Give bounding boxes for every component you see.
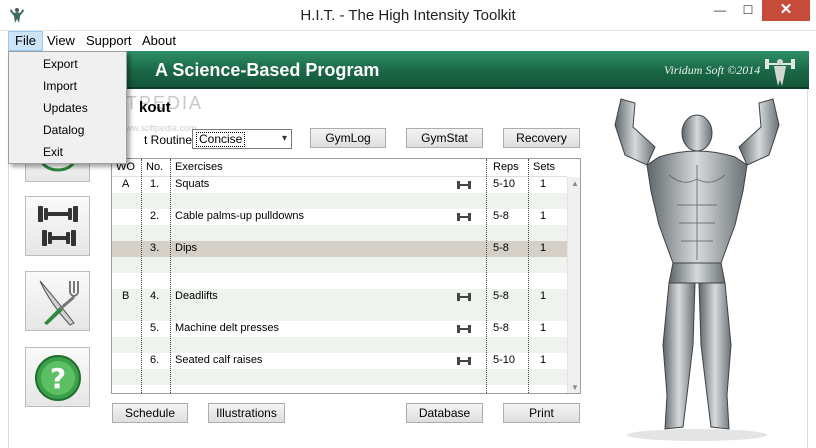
header-no: No. — [146, 161, 164, 173]
dumbbell-icon[interactable] — [457, 325, 471, 333]
cell-reps: 5-8 — [493, 322, 509, 334]
banner-brand: Viridum Soft ©2014 — [664, 63, 761, 77]
header-reps: Reps — [493, 161, 519, 173]
table-row[interactable]: B 4. Deadlifts 5-8 1 — [112, 289, 567, 321]
dumbbells-icon — [38, 206, 78, 246]
menu-view[interactable]: View — [41, 31, 81, 51]
illustrations-button[interactable]: Illustrations — [208, 403, 285, 423]
cell-reps: 5-10 — [493, 354, 516, 366]
cell-no: 2. — [150, 210, 160, 222]
menu-file[interactable]: File — [8, 31, 43, 51]
scroll-up-icon[interactable]: ▲ — [571, 179, 579, 188]
cell-sets: 1 — [540, 354, 547, 366]
cell-wo: B — [122, 290, 130, 302]
dumbbell-icon[interactable] — [457, 293, 471, 301]
table-row[interactable]: 6. Seated calf raises 5-10 1 — [112, 353, 567, 385]
workout-title: kout — [139, 99, 171, 116]
scroll-down-icon[interactable]: ▼ — [571, 383, 579, 392]
minimize-button[interactable]: — — [706, 0, 734, 21]
routine-value: Concise — [196, 132, 246, 147]
cell-no: 3. — [150, 242, 160, 254]
print-button[interactable]: Print — [503, 403, 580, 423]
chevron-down-icon: ▾ — [281, 133, 287, 144]
help-glyph: ? — [50, 362, 66, 395]
cell-reps: 5-8 — [493, 290, 509, 302]
title-bar: H.I.T. - The High Intensity Toolkit — ☐ … — [0, 0, 816, 31]
database-button[interactable]: Database — [406, 403, 483, 423]
bodybuilder-figure-icon — [614, 98, 780, 441]
fork-knife-icon — [39, 280, 79, 326]
nutrition-button[interactable] — [25, 271, 90, 331]
bodybuilder-logo-icon — [765, 59, 795, 86]
dumbbell-icon[interactable] — [457, 357, 471, 365]
menu-item-export[interactable]: Export — [43, 57, 78, 71]
main-content: A Science-Based Program Viridum Soft ©20… — [8, 51, 809, 448]
table-row-selected[interactable]: 3. Dips 5-8 1 — [112, 241, 567, 273]
menu-about[interactable]: About — [136, 31, 182, 51]
file-dropdown-menu: Export Import Updates Datalog Exit — [8, 51, 127, 164]
cell-sets: 1 — [540, 210, 547, 222]
recovery-button[interactable]: Recovery — [503, 128, 580, 148]
header-exercises: Exercises — [175, 161, 223, 173]
cell-sets: 1 — [540, 242, 547, 254]
cell-exercise: Machine delt presses — [175, 322, 279, 334]
help-icon: ? — [35, 355, 81, 401]
cell-exercise: Squats — [175, 178, 210, 190]
table-row[interactable]: 2. Cable palms-up pulldowns 5-8 1 — [112, 209, 567, 241]
help-button[interactable]: ? — [25, 347, 90, 407]
banner-title: A Science-Based Program — [155, 60, 380, 80]
menu-support[interactable]: Support — [80, 31, 138, 51]
watermark-url: www.softpedia.com — [119, 123, 197, 133]
table-row[interactable]: 5. Machine delt presses 5-8 1 — [112, 321, 567, 353]
cell-no: 4. — [150, 290, 160, 302]
exercise-table: WO No. Exercises Reps Sets A 1. Squats 5… — [111, 158, 581, 394]
gymstat-button[interactable]: GymStat — [406, 128, 483, 148]
cell-exercise: Deadlifts — [175, 290, 218, 302]
dumbbells-button[interactable] — [25, 196, 90, 256]
table-scrollbar[interactable]: ▲ ▼ — [567, 177, 580, 393]
menu-item-updates[interactable]: Updates — [43, 101, 88, 115]
cell-exercise: Cable palms-up pulldowns — [175, 210, 305, 222]
menu-item-datalog[interactable]: Datalog — [43, 123, 84, 137]
cell-sets: 1 — [540, 178, 547, 190]
cell-reps: 5-8 — [493, 242, 509, 254]
cell-sets: 1 — [540, 322, 547, 334]
table-header: WO No. Exercises Reps Sets — [112, 159, 567, 177]
dumbbell-icon[interactable] — [457, 181, 471, 189]
cell-reps: 5-8 — [493, 210, 509, 222]
header-sets: Sets — [533, 161, 556, 173]
cell-sets: 1 — [540, 290, 547, 302]
maximize-button[interactable]: ☐ — [734, 0, 762, 21]
routine-select[interactable]: Concise ▾ — [192, 129, 292, 149]
cell-wo: A — [122, 178, 130, 190]
menu-item-exit[interactable]: Exit — [43, 145, 63, 159]
cell-no: 6. — [150, 354, 160, 366]
dumbbell-icon[interactable] — [457, 213, 471, 221]
schedule-button[interactable]: Schedule — [112, 403, 188, 423]
banner: A Science-Based Program Viridum Soft ©20… — [9, 51, 809, 89]
window-title: H.I.T. - The High Intensity Toolkit — [300, 7, 516, 24]
cell-reps: 5-10 — [493, 178, 516, 190]
cell-exercise: Dips — [175, 242, 198, 254]
table-row[interactable]: A 1. Squats 5-10 1 — [112, 177, 567, 209]
routine-label: t Routine: — [144, 133, 196, 147]
cell-no: 5. — [150, 322, 160, 334]
gymlog-button[interactable]: GymLog — [310, 128, 386, 148]
cell-no: 1. — [150, 178, 160, 190]
menu-item-import[interactable]: Import — [43, 79, 77, 93]
menu-bar: File View Support About — [0, 31, 816, 51]
cell-exercise: Seated calf raises — [175, 354, 263, 366]
close-button[interactable]: ✕ — [762, 0, 810, 21]
